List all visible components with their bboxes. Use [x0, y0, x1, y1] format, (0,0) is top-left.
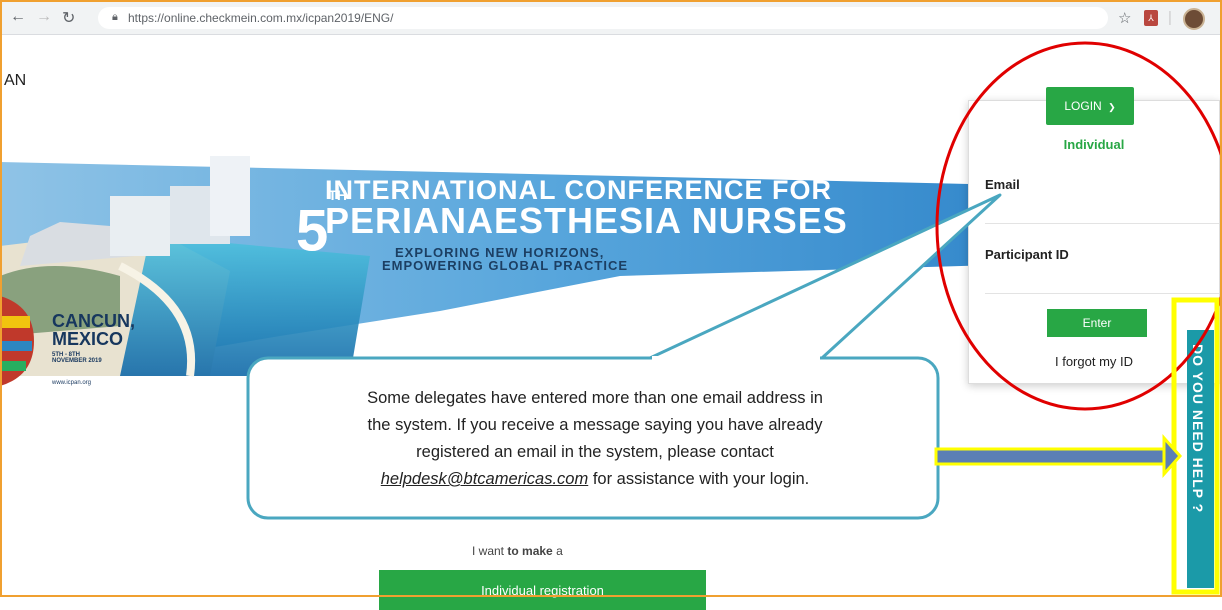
reload-icon[interactable]: ↻: [62, 8, 75, 28]
bookmark-star-icon[interactable]: ☆: [1118, 9, 1131, 27]
callout-line1: Some delegates have entered more than on…: [367, 389, 823, 407]
chevron-down-icon: ❯: [1108, 102, 1116, 112]
banner-website: www.icpan.org: [52, 380, 92, 386]
pointer-arrow-head: [1162, 434, 1183, 478]
help-side-tab[interactable]: DO YOU NEED HELP ?: [1187, 330, 1214, 588]
banner-ordinal-suffix: TH: [328, 187, 347, 203]
forgot-id-link[interactable]: I forgot my ID: [969, 354, 1219, 369]
banner-title-line2: PERIANAESTHESIA NURSES: [325, 200, 848, 241]
login-dropdown-button[interactable]: LOGIN ❯: [1046, 87, 1134, 125]
callout-line4-tail: for assistance with your login.: [588, 470, 810, 488]
banner-tagline-line2: EMPOWERING GLOBAL PRACTICE: [382, 258, 629, 273]
callout-message: Some delegates have entered more than on…: [250, 364, 940, 514]
banner-dates: 5TH - 8TH NOVEMBER 2019: [52, 352, 102, 364]
prompt-pre: I want: [472, 544, 505, 558]
prompt-post: a: [556, 544, 563, 558]
login-tab-individual[interactable]: Individual: [969, 137, 1219, 152]
forward-arrow-icon[interactable]: →: [36, 8, 52, 26]
url-text: https://online.checkmein.com.mx/icpan201…: [128, 11, 394, 25]
address-bar[interactable]: 🔒︎ https://online.checkmein.com.mx/icpan…: [98, 7, 1108, 29]
banner-location-line2: MEXICO: [52, 329, 124, 349]
email-label: Email: [985, 177, 1020, 192]
lock-icon: 🔒︎: [112, 11, 118, 23]
pointer-arrow-shaft: [934, 447, 1168, 466]
banner-location: CANCUN, MEXICO: [52, 312, 135, 348]
callout-line2: the system. If you receive a message say…: [367, 416, 823, 434]
help-tab-label: DO YOU NEED HELP ?: [1190, 344, 1206, 514]
browser-toolbar: ← → ↻ 🔒︎ https://online.checkmein.com.mx…: [2, 2, 1220, 35]
pdf-extension-icon[interactable]: ⅄: [1144, 10, 1158, 26]
profile-avatar[interactable]: [1183, 8, 1205, 30]
banner-dates-line2: NOVEMBER 2019: [52, 358, 102, 364]
toolbar-divider: |: [1168, 9, 1172, 26]
site-brand-fragment: AN: [4, 72, 27, 89]
registration-prompt: I want to make a: [472, 544, 563, 558]
participant-id-field[interactable]: [985, 265, 1219, 294]
back-arrow-icon[interactable]: ←: [10, 8, 26, 26]
prompt-bold: to make: [507, 544, 553, 558]
banner-location-line1: CANCUN,: [52, 311, 135, 331]
banner-ordinal-number: 5: [296, 198, 329, 264]
email-field[interactable]: [985, 195, 1219, 224]
helpdesk-email-link[interactable]: helpdesk@btcamericas.com: [381, 470, 589, 488]
banner-ordinal: 5TH: [296, 187, 347, 264]
login-button-label: LOGIN: [1064, 99, 1102, 113]
callout-line4: helpdesk@btcamericas.com for assistance …: [381, 466, 810, 493]
participant-id-label: Participant ID: [985, 247, 1069, 262]
callout-line3: registered an email in the system, pleas…: [416, 443, 774, 461]
individual-registration-button[interactable]: Individual registration: [379, 570, 706, 610]
flags-globe-graphic: [0, 296, 34, 386]
login-panel: Individual Email Participant ID Enter I …: [968, 100, 1220, 384]
enter-button[interactable]: Enter: [1047, 309, 1147, 337]
